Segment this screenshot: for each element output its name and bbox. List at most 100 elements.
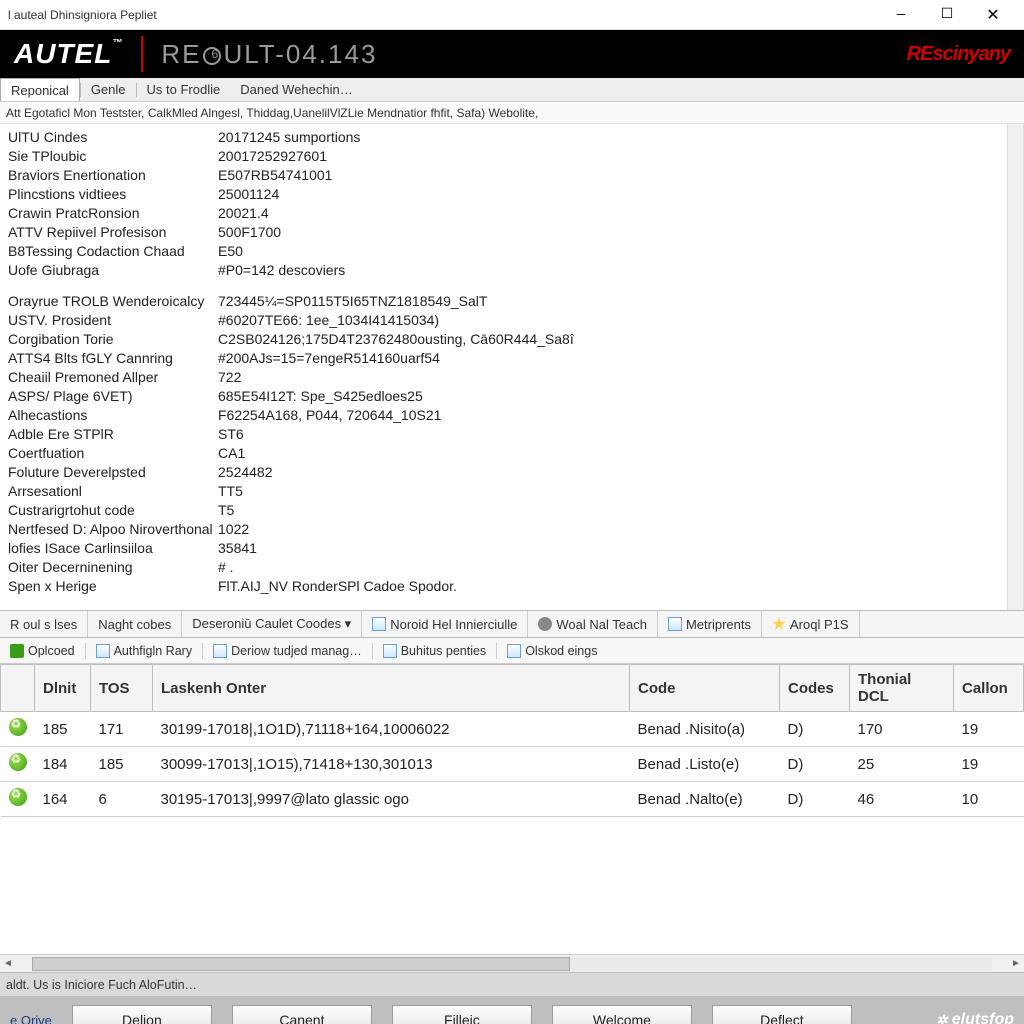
report-key: Cheaiil Premoned Allper [8, 368, 218, 387]
col-code[interactable]: Code [630, 665, 780, 712]
report-row: Messable Culirmuntioe SartPP64194155RE, … [8, 608, 1015, 610]
document-icon [372, 617, 386, 631]
recycle-icon [9, 753, 27, 771]
filleic-button[interactable]: Filleic [392, 1005, 532, 1024]
report-row: Plincstions vidtiees25001124 [8, 185, 1015, 204]
welcome-button[interactable]: Welcome [552, 1005, 692, 1024]
recycle-icon [9, 718, 27, 736]
report-row: B8Tessing Codaction ChaadE50 [8, 242, 1015, 261]
report-row: Crawin PratcRonsion20021.4 [8, 204, 1015, 223]
report-value: CA1 [218, 444, 1015, 463]
report-value: ST6 [218, 425, 1015, 444]
breadcrumb: Att Egotaficl Mon Testster, CalkMled Aln… [0, 102, 1024, 124]
tab-naght[interactable]: Naght cobes [88, 611, 182, 637]
menu-genle[interactable]: Genle [81, 78, 136, 101]
col-icon[interactable] [1, 665, 35, 712]
report-value: PP64194155RE, AITFRT460-(88164) [218, 608, 1015, 610]
scroll-right-arrow[interactable]: ► [1008, 958, 1024, 969]
cell-codes: D) [780, 747, 850, 782]
cell-code: Benad .Nalto(e) [630, 782, 780, 817]
tool-buhitus[interactable]: Buhitus penties [373, 638, 496, 663]
tab-aroql[interactable]: Aroql P1S [762, 611, 860, 637]
table-row[interactable]: 164630195-17013|,9997@lato glassic ogoBe… [1, 782, 1024, 817]
report-row: Orayrue TROLB Wenderoicalcy723445¼=SP011… [8, 292, 1015, 311]
close-button[interactable]: ✕ [970, 0, 1016, 30]
row-icon-cell [1, 747, 35, 782]
tool-deriow[interactable]: Deriow tudjed manag… [203, 638, 372, 663]
report-value: 25001124 [218, 185, 1015, 204]
product-name: RE6ULT-04.143 [161, 39, 377, 70]
tab-metri[interactable]: Metriprents [658, 611, 762, 637]
document-icon [96, 644, 110, 658]
minimize-button[interactable]: — [878, 0, 924, 30]
delion-button[interactable]: Delion [72, 1005, 212, 1024]
deflect-button[interactable]: Deflect [712, 1005, 852, 1024]
recycle-icon [9, 788, 27, 806]
col-dcl[interactable]: Thonial DCL [850, 665, 954, 712]
canent-button[interactable]: Canent [232, 1005, 372, 1024]
report-value: #200AJs=15=7engeR514160uarf54 [218, 349, 1015, 368]
report-key: Spen x Herige [8, 577, 218, 596]
report-row: Nertfesed D: Alpoo Niroverthonal1022 [8, 520, 1015, 539]
tab-noroid[interactable]: Noroid Hel Innierciulle [362, 611, 528, 637]
report-value: T5 [218, 501, 1015, 520]
grid-hscroll[interactable]: ◄ ► [0, 954, 1024, 972]
scroll-thumb[interactable] [32, 957, 570, 971]
report-scrollbar[interactable] [1007, 124, 1023, 610]
grid-header-row: Dlnit TOS Laskenh Onter Code Codes Thoni… [1, 665, 1024, 712]
col-onter[interactable]: Laskenh Onter [153, 665, 630, 712]
cell-callon: 19 [954, 747, 1024, 782]
report-row: UlTU Cindes20171245 sumportions [8, 128, 1015, 147]
gear-icon [538, 617, 552, 631]
tab-routs[interactable]: R oul s lses [0, 611, 88, 637]
report-row: ASPS/ Plage 6VET)685E54I12T: Spe_S425edl… [8, 387, 1015, 406]
cell-code: Benad .Nisito(a) [630, 712, 780, 747]
maximize-button[interactable]: ☐ [924, 0, 970, 30]
col-callon[interactable]: Callon [954, 665, 1024, 712]
report-value: #P0=142 descoviers [218, 261, 1015, 280]
menu-reponical[interactable]: Reponical [0, 78, 80, 101]
report-key: ATTS4 Blts fGLY Cannring [8, 349, 218, 368]
report-value: E50 [218, 242, 1015, 261]
col-codes[interactable]: Codes [780, 665, 850, 712]
menu-wehechin[interactable]: Daned Wehechin… [230, 78, 363, 101]
tool-oplcoed[interactable]: Oplcoed [0, 638, 85, 663]
document-icon [383, 644, 397, 658]
footer-brand: ✲elutsfop [936, 1011, 1014, 1024]
table-row[interactable]: 18418530099-17013|,1O15),71418+130,30101… [1, 747, 1024, 782]
report-key: Braviors Enertionation [8, 166, 218, 185]
report-key: Oiter Decerninening [8, 558, 218, 577]
col-dlnit[interactable]: Dlnit [35, 665, 91, 712]
scroll-track[interactable] [32, 957, 992, 971]
report-key: Alhecastions [8, 406, 218, 425]
report-value: 20021.4 [218, 204, 1015, 223]
col-tos[interactable]: TOS [91, 665, 153, 712]
cell-onter: 30099-17013|,1O15),71418+130,301013 [153, 747, 630, 782]
menu-frodlie[interactable]: Us to Frodlie [137, 78, 231, 101]
report-row: AlhecastionsF62254A168, P044, 720644_10S… [8, 406, 1015, 425]
report-value: C2SB024126;175D4T23762480ousting, Cā60R4… [218, 330, 1015, 349]
gear-icon: ✲ [936, 1012, 948, 1024]
report-row: Custrarigrtohut codeT5 [8, 501, 1015, 520]
cell-onter: 30195-17013|,9997@lato glassic ogo [153, 782, 630, 817]
table-row[interactable]: 18517130199-17018|,1O1D),71118+164,10006… [1, 712, 1024, 747]
tab-woal[interactable]: Woal Nal Teach [528, 611, 658, 637]
report-key: Arrsesationl [8, 482, 218, 501]
window-buttons: — ☐ ✕ [878, 0, 1016, 30]
report-row: CoertfuationCA1 [8, 444, 1015, 463]
cell-onter: 30199-17018|,1O1D),71118+164,10006022 [153, 712, 630, 747]
report-key: lofies ISace Carlinsiiloa [8, 539, 218, 558]
report-key: Uofe Giubraga [8, 261, 218, 280]
row-icon-cell [1, 712, 35, 747]
cell-code: Benad .Listo(e) [630, 747, 780, 782]
cell-callon: 10 [954, 782, 1024, 817]
tool-authfigln[interactable]: Authfigln Rary [86, 638, 203, 663]
report-key: Coertfuation [8, 444, 218, 463]
partner-logo: REscinyany [907, 43, 1010, 66]
report-row: USTV. Prosident#60207TE66: 1ee_1034I4141… [8, 311, 1015, 330]
report-value: E507RB54741001 [218, 166, 1015, 185]
scroll-left-arrow[interactable]: ◄ [0, 958, 16, 969]
tab-deseron[interactable]: Deseroniū Caulet Coodes ▾ [182, 611, 362, 637]
report-value: # . [218, 558, 1015, 577]
tool-olskod[interactable]: Olskod eings [497, 638, 607, 663]
